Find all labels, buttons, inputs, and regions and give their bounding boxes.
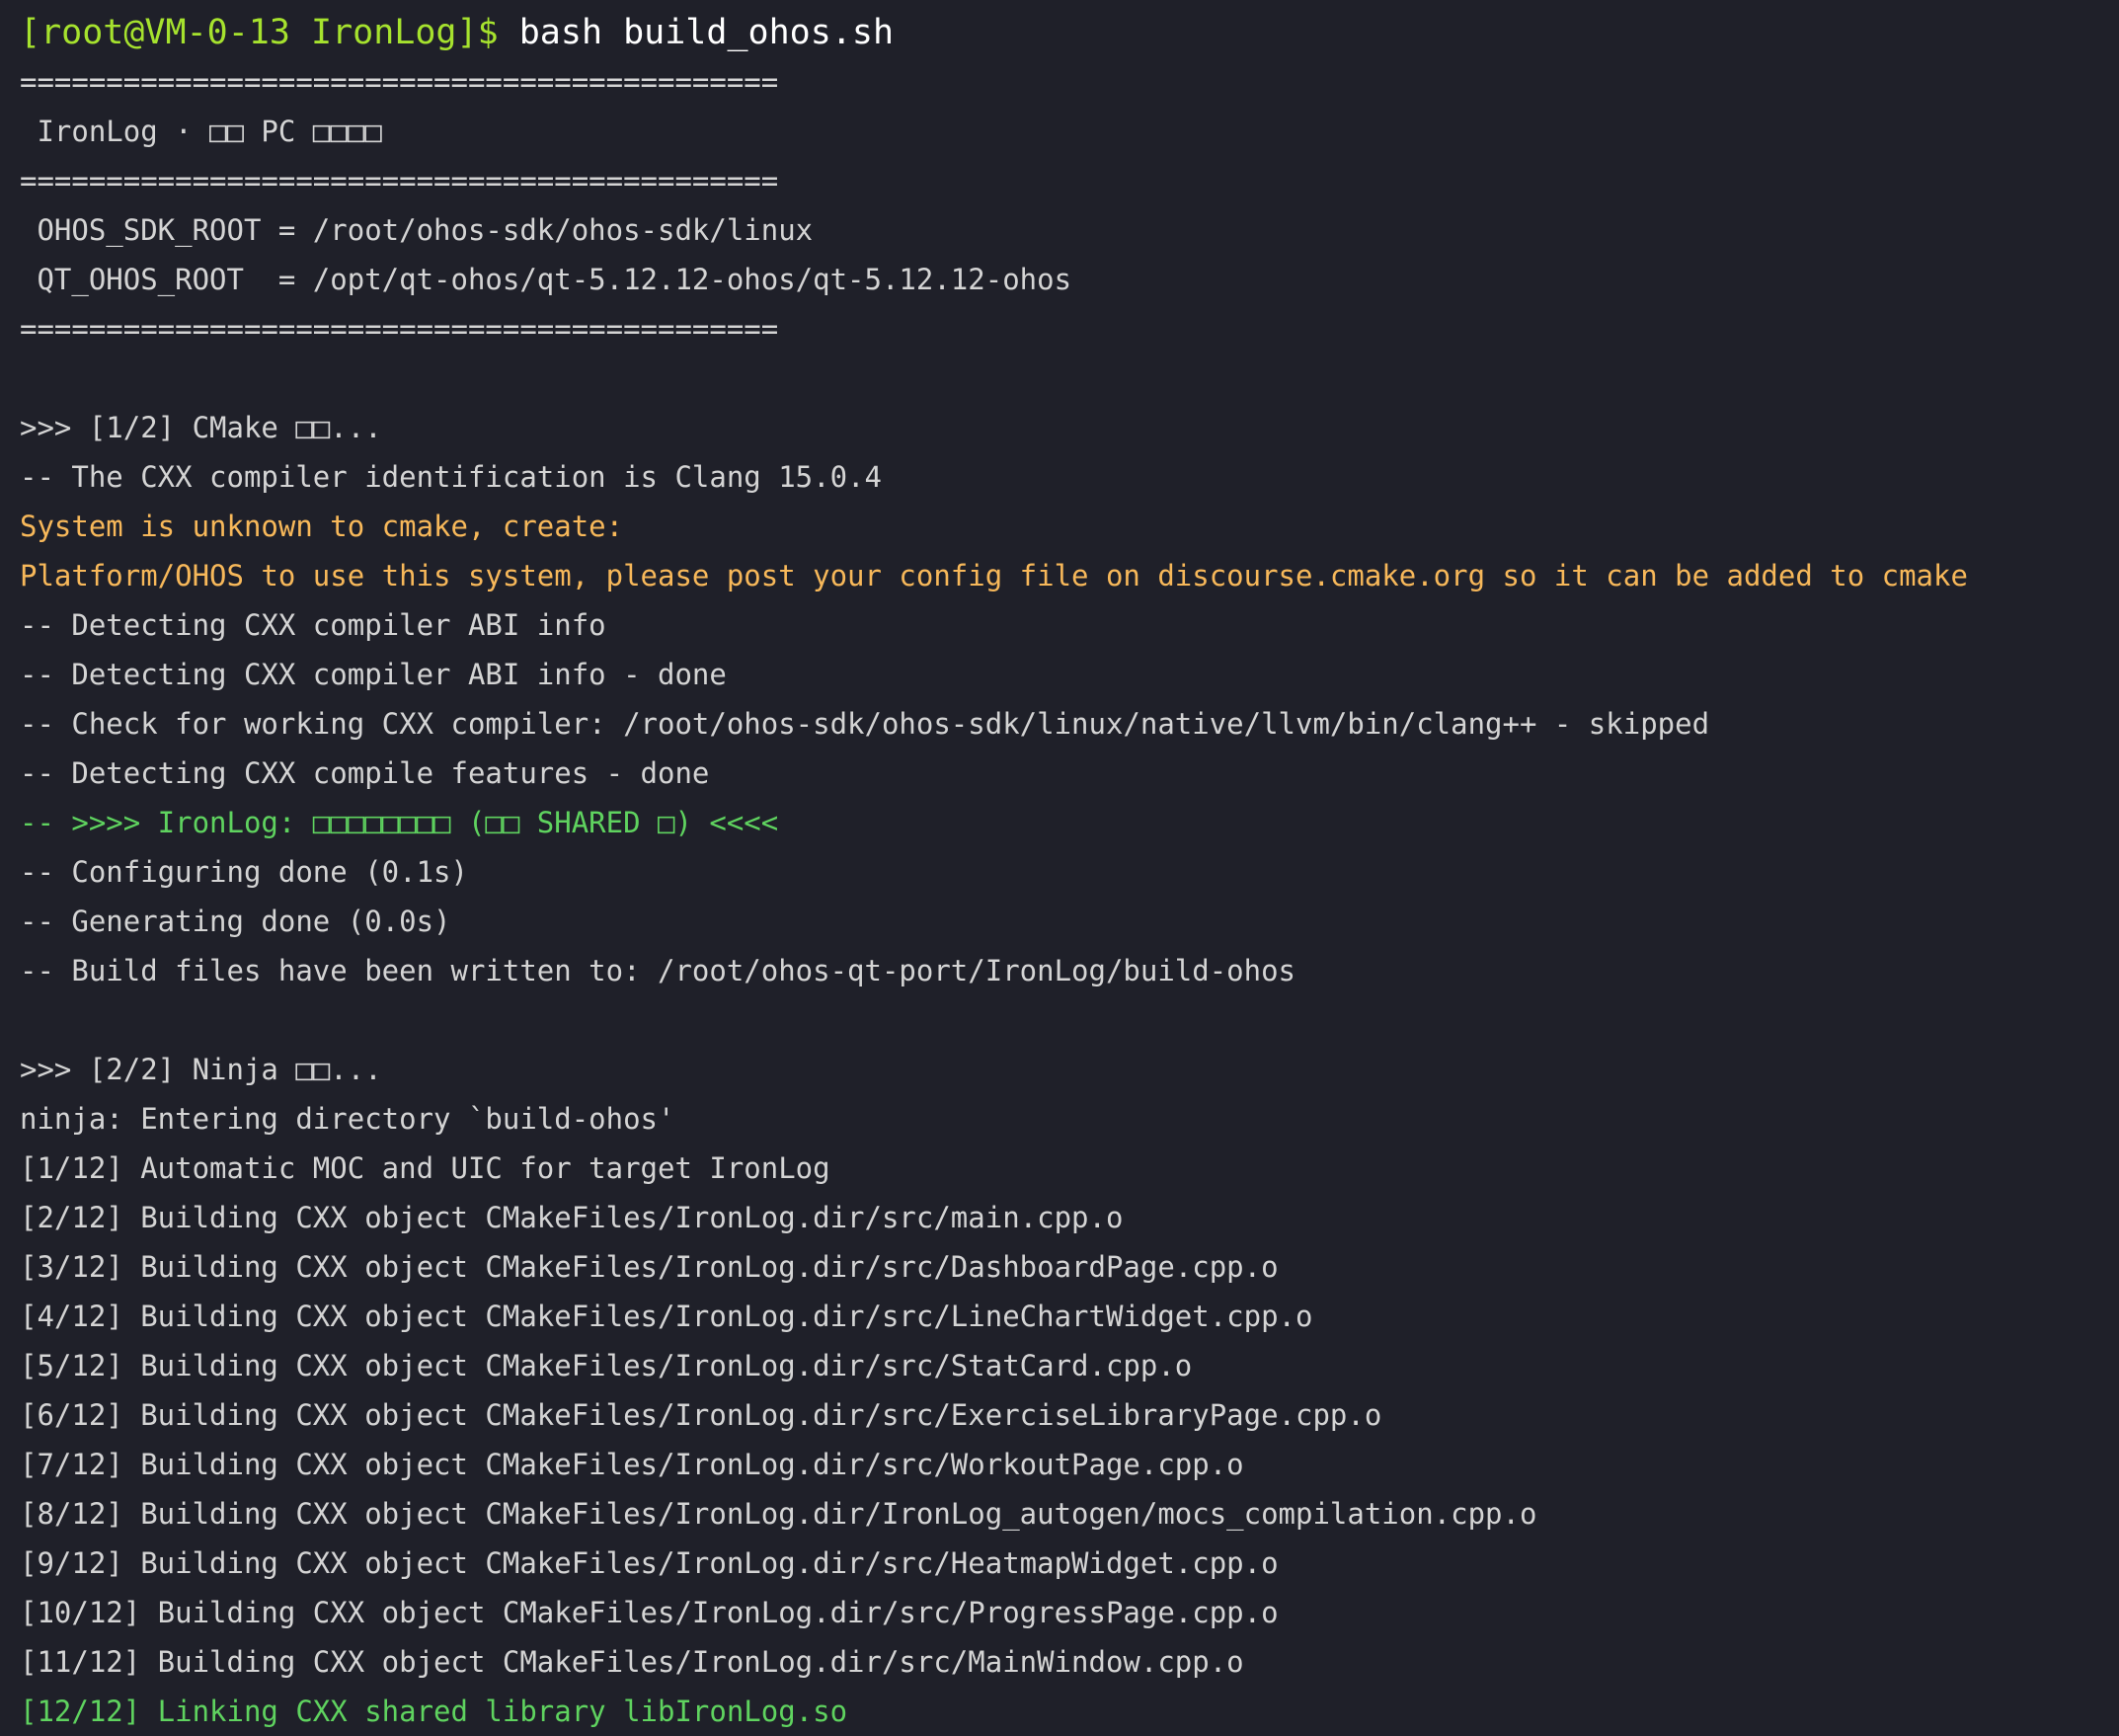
terminal-window[interactable]: [root@VM-0-13 IronLog]$ bash build_ohos.…: [0, 0, 2119, 1732]
prompt-line: [root@VM-0-13 IronLog]$ bash build_ohos.…: [20, 8, 2119, 57]
output-line: [8/12] Building CXX object CMakeFiles/Ir…: [20, 1497, 1537, 1531]
output-line: -- Detecting CXX compiler ABI info: [20, 608, 606, 642]
output-line: [11/12] Building CXX object CMakeFiles/I…: [20, 1645, 1244, 1679]
output-line: [1/12] Automatic MOC and UIC for target …: [20, 1151, 830, 1185]
output-line: >>> [2/2] Ninja □□...: [20, 1053, 382, 1086]
output-line: [10/12] Building CXX object CMakeFiles/I…: [20, 1596, 1279, 1629]
output-line: >>> [1/2] CMake □□...: [20, 411, 382, 444]
output-line: IronLog · □□ PC □□□□: [20, 115, 382, 148]
output-line: Platform/OHOS to use this system, please…: [20, 559, 1968, 592]
shell-command: bash build_ohos.sh: [518, 13, 895, 52]
output-line: [6/12] Building CXX object CMakeFiles/Ir…: [20, 1398, 1382, 1432]
output-line: [12/12] Linking CXX shared library libIr…: [20, 1695, 848, 1728]
output-line: -- Generating done (0.0s): [20, 905, 451, 938]
output-line: [4/12] Building CXX object CMakeFiles/Ir…: [20, 1300, 1313, 1333]
output-line: -- >>>> IronLog: □□□□□□□□ (□□ SHARED □) …: [20, 806, 779, 839]
shell-prompt: [root@VM-0-13 IronLog]$: [20, 13, 519, 52]
output-line: -- Detecting CXX compiler ABI info - don…: [20, 658, 727, 691]
output-line: QT_OHOS_ROOT = /opt/qt-ohos/qt-5.12.12-o…: [20, 263, 1072, 296]
output-line: [9/12] Building CXX object CMakeFiles/Ir…: [20, 1546, 1279, 1580]
output-line: [5/12] Building CXX object CMakeFiles/Ir…: [20, 1349, 1193, 1382]
output-line: -- Detecting CXX compile features - done: [20, 756, 710, 790]
output-line: [7/12] Building CXX object CMakeFiles/Ir…: [20, 1448, 1244, 1481]
output-line: OHOS_SDK_ROOT = /root/ohos-sdk/ohos-sdk/…: [20, 213, 814, 247]
output-line: -- Build files have been written to: /ro…: [20, 954, 1296, 987]
output-line: -- Configuring done (0.1s): [20, 855, 468, 889]
output-line: ninja: Entering directory `build-ohos': [20, 1102, 675, 1136]
output-line: [3/12] Building CXX object CMakeFiles/Ir…: [20, 1250, 1279, 1284]
terminal-output: ========================================…: [20, 57, 2119, 1736]
output-line: [2/12] Building CXX object CMakeFiles/Ir…: [20, 1201, 1124, 1234]
output-line: -- The CXX compiler identification is Cl…: [20, 460, 882, 494]
output-line: ========================================…: [20, 65, 779, 99]
output-line: System is unknown to cmake, create:: [20, 510, 624, 543]
output-line: ========================================…: [20, 312, 779, 346]
output-line: ========================================…: [20, 164, 779, 197]
output-line: -- Check for working CXX compiler: /root…: [20, 707, 1710, 741]
